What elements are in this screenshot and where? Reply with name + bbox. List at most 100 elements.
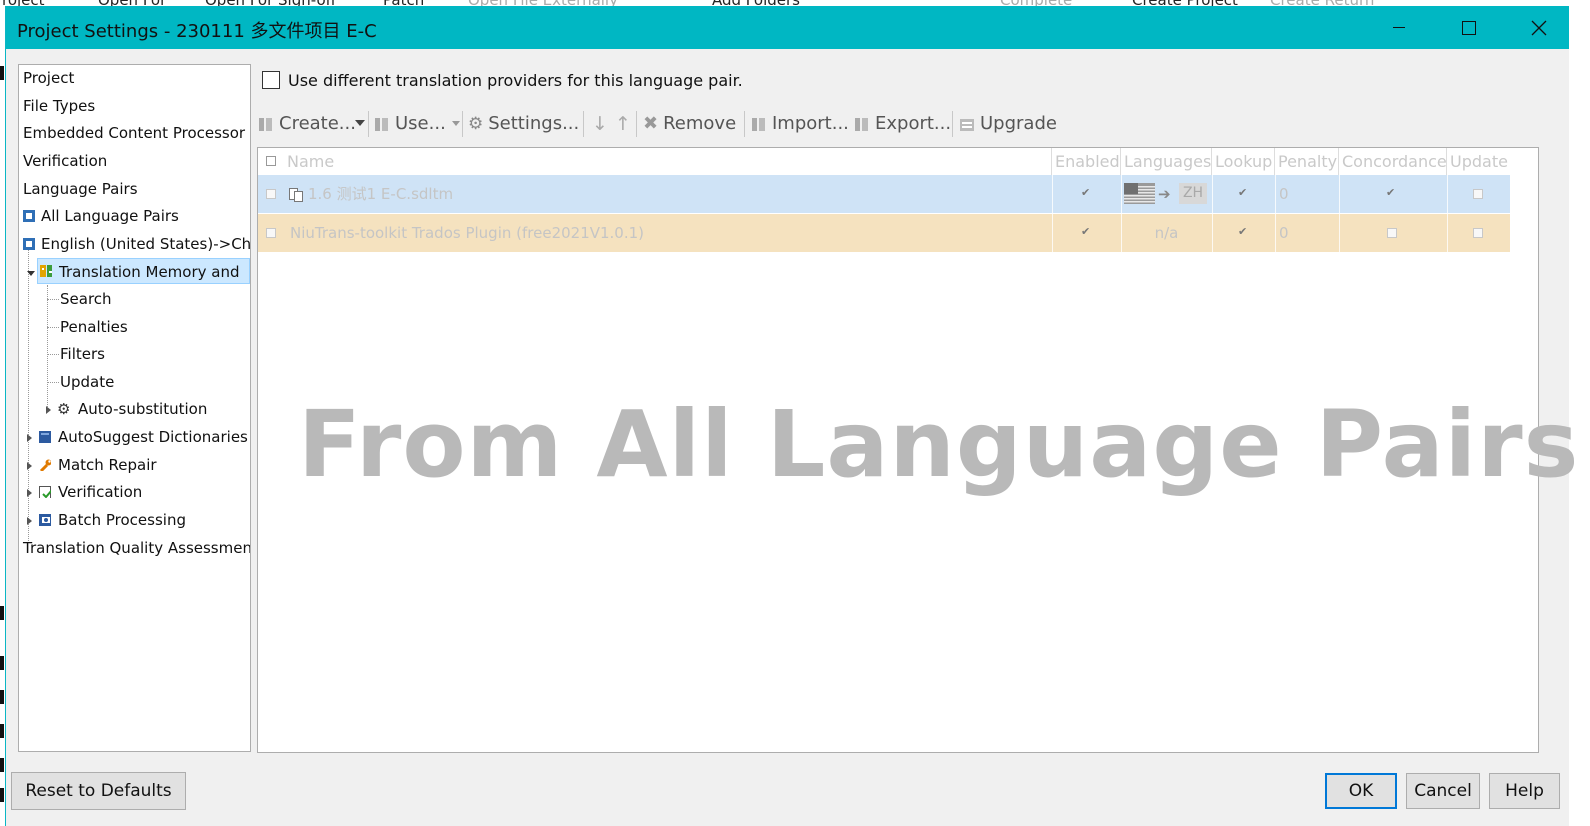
- collapse-arrow-icon[interactable]: [27, 271, 35, 276]
- use-button[interactable]: Use...: [374, 106, 446, 142]
- close-button[interactable]: [1504, 6, 1574, 49]
- toolbar-separator: [462, 111, 463, 137]
- tree-item-label: AutoSuggest Dictionaries: [58, 428, 248, 446]
- settings-tree[interactable]: Project File Types Embedded Content Proc…: [18, 64, 251, 752]
- ok-button[interactable]: OK: [1325, 773, 1397, 809]
- settings-button[interactable]: ⚙ Settings...: [468, 106, 579, 142]
- help-button[interactable]: Help: [1489, 773, 1560, 809]
- target-language-badge: ZH: [1179, 183, 1207, 204]
- row-penalty[interactable]: 0: [1279, 214, 1289, 252]
- table-row[interactable]: 1.6 测试1 E-C.sdltm ✔ ➔ ZH ✔ 0 ✔: [258, 175, 1510, 213]
- different-providers-label: Use different translation providers for …: [288, 71, 743, 90]
- cell-divider: [1339, 175, 1340, 213]
- tree-item-match-repair[interactable]: Match Repair: [37, 452, 249, 478]
- row-penalty[interactable]: 0: [1279, 175, 1289, 213]
- tree-guide: [47, 382, 59, 383]
- concordance-check-icon[interactable]: ✔: [1386, 186, 1395, 199]
- tree-guide: [47, 354, 59, 355]
- translation-memory-icon: [40, 265, 52, 277]
- export-button[interactable]: Export...: [854, 106, 951, 142]
- tree-guide: [47, 327, 59, 328]
- tree-item-batch-processing[interactable]: Batch Processing: [37, 507, 249, 533]
- move-up-button[interactable]: ↑: [615, 106, 631, 142]
- toolbar-separator: [583, 111, 584, 137]
- column-header-concordance[interactable]: Concordance: [1339, 148, 1447, 175]
- expand-arrow-icon[interactable]: [27, 434, 32, 442]
- window-title: Project Settings - 230111 多文件项目 E-C: [17, 21, 377, 42]
- expand-arrow-icon[interactable]: [27, 462, 32, 470]
- expand-arrow-icon[interactable]: [46, 406, 51, 414]
- import-button[interactable]: Import...: [751, 106, 849, 142]
- tree-item-penalties[interactable]: Penalties: [60, 314, 128, 340]
- tree-item-all-language-pairs[interactable]: All Language Pairs: [21, 203, 249, 229]
- tree-item-filters[interactable]: Filters: [60, 341, 105, 367]
- providers-toolbar: Create... Use... ⚙ Settings... ↓ ↑ ✖ Remov…: [258, 106, 1538, 142]
- row-checkbox[interactable]: [266, 228, 276, 238]
- tree-item-autosuggest[interactable]: AutoSuggest Dictionaries: [37, 424, 249, 450]
- settings-gear-icon: ⚙: [468, 114, 484, 134]
- title-bar: Project Settings - 230111 多文件项目 E-C: [6, 6, 1569, 49]
- tree-item-label: English (United States)->Ch: [41, 235, 251, 253]
- tree-item-project[interactable]: Project: [23, 65, 74, 91]
- column-header-languages[interactable]: Languages: [1121, 148, 1212, 175]
- row-checkbox[interactable]: [266, 189, 276, 199]
- tree-item-file-types[interactable]: File Types: [23, 93, 95, 119]
- tree-item-label: Auto-substitution: [78, 400, 208, 418]
- enabled-check-icon[interactable]: ✔: [1081, 186, 1090, 199]
- reset-to-defaults-button[interactable]: Reset to Defaults: [11, 772, 186, 810]
- concordance-checkbox[interactable]: [1387, 228, 1397, 238]
- cancel-button[interactable]: Cancel: [1406, 773, 1480, 809]
- inherited-settings-watermark: From All Language Pairs: [298, 391, 1580, 498]
- language-arrow-icon: ➔: [1158, 185, 1171, 203]
- tree-item-auto-substitution[interactable]: ⚙ Auto-substitution: [57, 396, 249, 422]
- lookup-check-icon[interactable]: ✔: [1238, 186, 1247, 199]
- tree-item-verification[interactable]: Verification: [23, 148, 107, 174]
- create-dropdown-icon[interactable]: [355, 120, 365, 126]
- tree-item-tqa[interactable]: Translation Quality Assessmen: [23, 535, 250, 561]
- column-header-enabled[interactable]: Enabled: [1052, 148, 1121, 175]
- language-pair-icon: [23, 210, 35, 222]
- update-checkbox[interactable]: [1473, 189, 1483, 199]
- arrow-up-icon: ↑: [615, 113, 631, 135]
- cell-divider: [1212, 214, 1213, 252]
- expand-arrow-icon[interactable]: [27, 517, 32, 525]
- select-all-checkbox[interactable]: [266, 156, 276, 166]
- project-settings-dialog: Project Settings - 230111 多文件项目 E-C Proj…: [5, 6, 1578, 826]
- tree-item-language-pairs[interactable]: Language Pairs: [23, 176, 138, 202]
- enabled-check-icon[interactable]: ✔: [1081, 225, 1090, 238]
- cell-divider: [1339, 214, 1340, 252]
- upgrade-icon: [960, 119, 974, 131]
- cell-divider: [1121, 175, 1122, 213]
- create-button[interactable]: Create...: [258, 106, 356, 142]
- tree-item-english-chinese[interactable]: English (United States)->Ch: [21, 231, 251, 257]
- row-name: NiuTrans-toolkit Trados Plugin (free2021…: [290, 224, 645, 242]
- column-header-penalty[interactable]: Penalty: [1275, 148, 1339, 175]
- lookup-check-icon[interactable]: ✔: [1238, 225, 1247, 238]
- tree-guide: [28, 243, 29, 543]
- different-providers-checkbox[interactable]: [262, 71, 280, 89]
- tree-item-update[interactable]: Update: [60, 369, 114, 395]
- tree-item-embedded-content[interactable]: Embedded Content Processor: [23, 120, 245, 146]
- export-label: Export...: [875, 113, 952, 134]
- tree-item-verification-sub[interactable]: Verification: [37, 479, 249, 505]
- cell-divider: [1275, 175, 1276, 213]
- arrow-down-icon: ↓: [592, 113, 608, 135]
- cell-divider: [1447, 214, 1448, 252]
- tree-item-translation-memory[interactable]: Translation Memory and: [37, 258, 250, 284]
- language-pair-icon: [23, 238, 35, 250]
- column-header-name[interactable]: Name: [284, 148, 1052, 175]
- update-checkbox[interactable]: [1473, 228, 1483, 238]
- maximize-button[interactable]: [1434, 6, 1504, 49]
- create-icon: [259, 118, 272, 131]
- table-row[interactable]: NiuTrans-toolkit Trados Plugin (free2021…: [258, 214, 1510, 252]
- upgrade-button[interactable]: Upgrade: [959, 106, 1057, 142]
- row-languages: n/a: [1154, 224, 1179, 242]
- tree-item-search[interactable]: Search: [60, 286, 112, 312]
- minimize-button[interactable]: [1364, 6, 1434, 49]
- column-header-update[interactable]: Update: [1447, 148, 1509, 175]
- move-down-button[interactable]: ↓: [592, 106, 608, 142]
- remove-button[interactable]: ✖ Remove: [643, 106, 736, 142]
- column-header-lookup[interactable]: Lookup: [1212, 148, 1275, 175]
- use-dropdown-icon[interactable]: [452, 121, 460, 126]
- expand-arrow-icon[interactable]: [27, 489, 32, 497]
